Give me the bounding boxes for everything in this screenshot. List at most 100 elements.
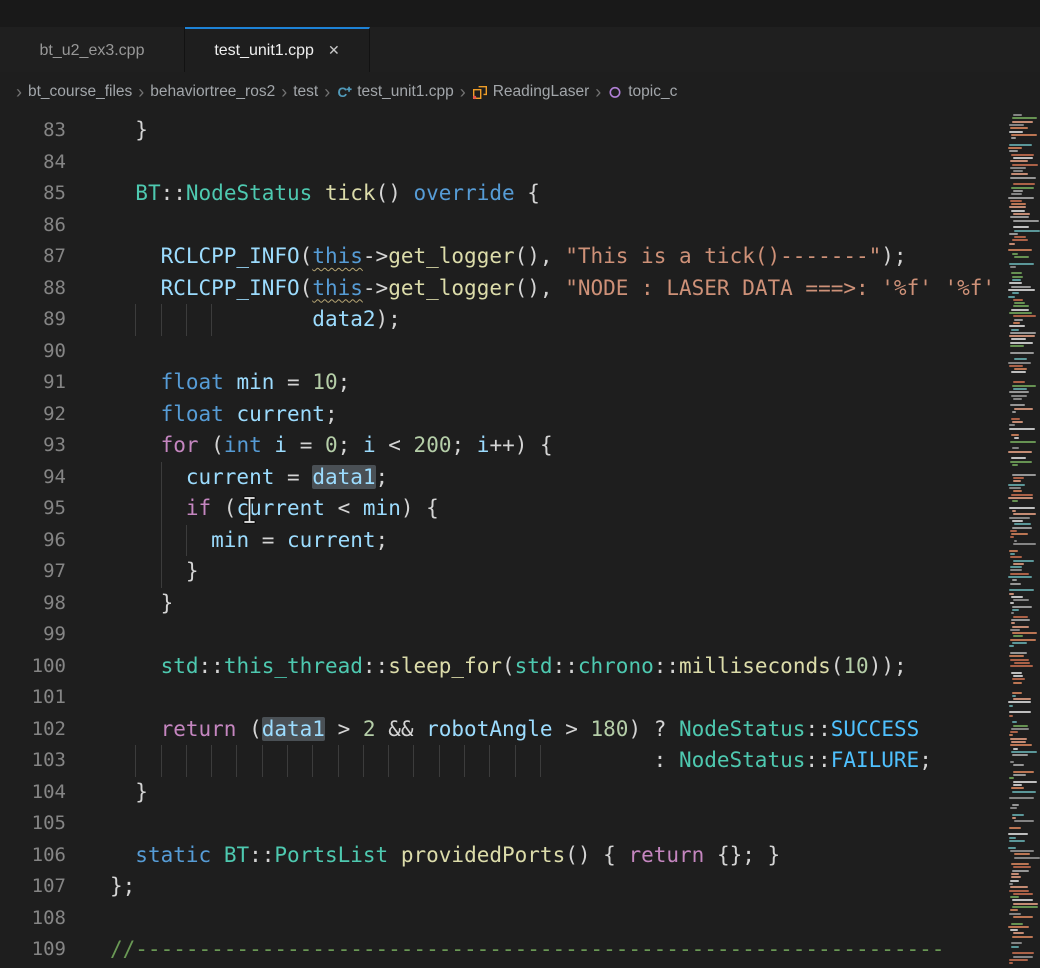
code-line[interactable]: 94 current = data1; bbox=[0, 462, 1006, 494]
line-number[interactable]: 89 bbox=[0, 304, 110, 336]
breadcrumb-item-test_unit1-cpp[interactable]: Ctest_unit1.cpp bbox=[336, 83, 454, 101]
code-line[interactable]: 107}; bbox=[0, 871, 1006, 903]
code-line[interactable]: 101 bbox=[0, 682, 1006, 714]
code-line[interactable]: 86 bbox=[0, 210, 1006, 242]
code-token: {}; } bbox=[704, 843, 780, 867]
line-number[interactable]: 100 bbox=[0, 651, 110, 683]
line-number[interactable]: 92 bbox=[0, 399, 110, 431]
code-line[interactable]: 88 RCLCPP_INFO(this->get_logger(), "NODE… bbox=[0, 273, 1006, 305]
code-line[interactable]: 100 std::this_thread::sleep_for(std::chr… bbox=[0, 651, 1006, 683]
minimap-line bbox=[1014, 437, 1019, 439]
chevron-right-icon: › bbox=[275, 83, 293, 101]
code-line[interactable]: 90 bbox=[0, 336, 1006, 368]
minimap-line bbox=[1008, 926, 1029, 928]
code-line[interactable]: 83 } bbox=[0, 115, 1006, 147]
code-token: std bbox=[515, 654, 553, 678]
line-number[interactable]: 97 bbox=[0, 556, 110, 588]
breadcrumb-item-ReadingLaser[interactable]: ReadingLaser bbox=[472, 83, 590, 101]
indent-guide bbox=[161, 556, 162, 588]
line-number[interactable]: 86 bbox=[0, 210, 110, 242]
line-number[interactable]: 106 bbox=[0, 840, 110, 872]
code-token: ; bbox=[919, 748, 932, 772]
minimap-line bbox=[1009, 890, 1029, 892]
code-line[interactable]: 105 bbox=[0, 808, 1006, 840]
code-line[interactable]: 106 static BT::PortsList providedPorts()… bbox=[0, 840, 1006, 872]
tab-test_unit1-cpp[interactable]: test_unit1.cpp✕ bbox=[185, 27, 370, 72]
code-token: ; bbox=[451, 433, 476, 457]
minimap-line bbox=[1013, 748, 1018, 750]
code-line-content: BT::NodeStatus tick() override { bbox=[110, 178, 1006, 210]
line-number[interactable]: 104 bbox=[0, 777, 110, 809]
code-line[interactable]: 98 } bbox=[0, 588, 1006, 620]
line-number[interactable]: 96 bbox=[0, 525, 110, 557]
minimap-line bbox=[1011, 533, 1028, 535]
line-number[interactable]: 83 bbox=[0, 115, 110, 147]
code-line[interactable]: 84 bbox=[0, 147, 1006, 179]
code-line-content: } bbox=[110, 777, 1006, 809]
minimap-line bbox=[1011, 434, 1020, 436]
line-number[interactable]: 84 bbox=[0, 147, 110, 179]
minimap-line bbox=[1013, 381, 1024, 383]
minimap[interactable] bbox=[1006, 112, 1040, 968]
line-number[interactable]: 94 bbox=[0, 462, 110, 494]
minimap-line bbox=[1010, 553, 1015, 555]
code-line[interactable]: 103 : NodeStatus::FAILURE; bbox=[0, 745, 1006, 777]
line-number[interactable]: 107 bbox=[0, 871, 110, 903]
line-number[interactable]: 103 bbox=[0, 745, 110, 777]
line-number[interactable]: 99 bbox=[0, 619, 110, 651]
line-number[interactable]: 95 bbox=[0, 493, 110, 525]
minimap-line bbox=[1009, 282, 1022, 284]
minimap-line bbox=[1011, 329, 1019, 331]
minimap-line bbox=[1010, 441, 1037, 443]
tab-bt_u2_ex3-cpp[interactable]: bt_u2_ex3.cpp bbox=[0, 27, 185, 72]
code-line[interactable]: 89 data2); bbox=[0, 304, 1006, 336]
tab-close-icon[interactable]: ✕ bbox=[328, 42, 340, 59]
indent-guide bbox=[489, 745, 490, 777]
line-number[interactable]: 98 bbox=[0, 588, 110, 620]
code-line[interactable]: 85 BT::NodeStatus tick() override { bbox=[0, 178, 1006, 210]
line-number[interactable]: 102 bbox=[0, 714, 110, 746]
code-line[interactable]: 87 RCLCPP_INFO(this->get_logger(), "This… bbox=[0, 241, 1006, 273]
line-number[interactable]: 87 bbox=[0, 241, 110, 273]
code-line[interactable]: 97 } bbox=[0, 556, 1006, 588]
line-number[interactable]: 105 bbox=[0, 808, 110, 840]
code-line[interactable]: 93 for (int i = 0; i < 200; i++) { bbox=[0, 430, 1006, 462]
minimap-line bbox=[1009, 715, 1014, 717]
code-token: float bbox=[161, 370, 224, 394]
minimap-line bbox=[1011, 787, 1024, 789]
code-editor[interactable]: 83 }8485 BT::NodeStatus tick() override … bbox=[0, 112, 1006, 968]
minimap-line bbox=[1009, 233, 1018, 235]
code-line[interactable]: 96 min = current; bbox=[0, 525, 1006, 557]
indent-guide bbox=[413, 745, 414, 777]
code-line[interactable]: 102 return (data1 > 2 && robotAngle > 18… bbox=[0, 714, 1006, 746]
breadcrumb-label: test_unit1.cpp bbox=[357, 83, 454, 101]
line-number[interactable]: 90 bbox=[0, 336, 110, 368]
line-number[interactable]: 85 bbox=[0, 178, 110, 210]
line-number[interactable]: 101 bbox=[0, 682, 110, 714]
minimap-line bbox=[1012, 527, 1032, 529]
line-number[interactable]: 108 bbox=[0, 903, 110, 935]
code-line[interactable]: 104 } bbox=[0, 777, 1006, 809]
code-line[interactable]: 109//-----------------------------------… bbox=[0, 934, 1006, 966]
code-token: && bbox=[376, 717, 427, 741]
code-token bbox=[110, 748, 654, 772]
code-token: NodeStatus bbox=[679, 717, 805, 741]
line-number[interactable]: 91 bbox=[0, 367, 110, 399]
breadcrumb-item-behaviortree_ros2[interactable]: behaviortree_ros2 bbox=[150, 83, 275, 101]
line-number[interactable]: 93 bbox=[0, 430, 110, 462]
breadcrumb-item-topic_c[interactable]: topic_c bbox=[607, 83, 677, 101]
breadcrumb-item-test[interactable]: test bbox=[293, 83, 318, 101]
code-line[interactable]: 91 float min = 10; bbox=[0, 367, 1006, 399]
line-number[interactable]: 109 bbox=[0, 934, 110, 966]
minimap-line bbox=[1013, 916, 1034, 918]
code-token: data2 bbox=[312, 307, 375, 331]
code-line[interactable]: 99 bbox=[0, 619, 1006, 651]
code-line[interactable]: 95 if (current < min) { bbox=[0, 493, 1006, 525]
code-token: (), bbox=[515, 276, 566, 300]
code-line[interactable]: 92 float current; bbox=[0, 399, 1006, 431]
code-line[interactable]: 108 bbox=[0, 903, 1006, 935]
breadcrumb-item-bt_course_files[interactable]: bt_course_files bbox=[28, 83, 132, 101]
code-token: } bbox=[186, 559, 199, 583]
code-token: "This is a tick()-------" bbox=[565, 244, 881, 268]
line-number[interactable]: 88 bbox=[0, 273, 110, 305]
